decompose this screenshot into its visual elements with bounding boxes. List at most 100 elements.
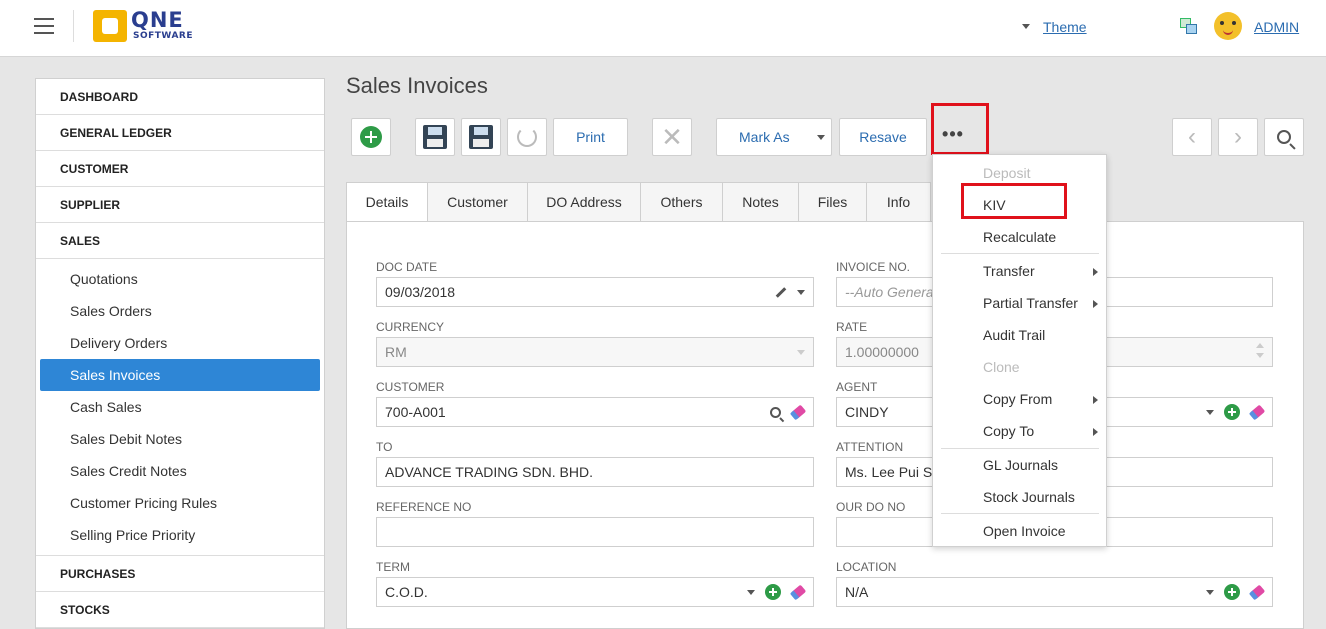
customer-label: CUSTOMER <box>376 380 445 394</box>
tab-customer[interactable]: Customer <box>428 182 528 222</box>
menu-separator <box>941 253 1099 254</box>
search-button[interactable] <box>1264 118 1304 156</box>
currency-label: CURRENCY <box>376 320 445 334</box>
sidebar-item-delivery-orders[interactable]: Delivery Orders <box>36 327 324 359</box>
chevron-down-icon[interactable] <box>1206 589 1214 595</box>
logo-mark-icon <box>93 10 127 42</box>
tab-details[interactable]: Details <box>346 182 428 222</box>
to-field[interactable]: ADVANCE TRADING SDN. BHD. <box>376 457 814 487</box>
sales-submenu: Quotations Sales Orders Delivery Orders … <box>36 259 324 556</box>
sidebar-item-sales-credit-notes[interactable]: Sales Credit Notes <box>36 455 324 487</box>
theme-link[interactable]: Theme <box>1043 19 1087 35</box>
print-button[interactable]: Print <box>553 118 628 156</box>
sidebar-group-general-ledger[interactable]: GENERAL LEDGER <box>36 115 324 151</box>
resave-button[interactable]: Resave <box>839 118 927 156</box>
chevron-left-icon: ‹ <box>1188 123 1196 150</box>
chevron-down-icon[interactable] <box>1206 409 1214 415</box>
tab-others[interactable]: Others <box>641 182 723 222</box>
menu-item-transfer-label: Transfer <box>983 263 1035 279</box>
sidebar-item-selling-price-priority[interactable]: Selling Price Priority <box>36 519 324 551</box>
reference-no-label: REFERENCE NO <box>376 500 472 514</box>
menu-item-recalculate[interactable]: Recalculate <box>933 221 1108 253</box>
currency-field: RM <box>376 337 814 367</box>
save-button[interactable] <box>415 118 455 156</box>
sidebar-group-customer[interactable]: CUSTOMER <box>36 151 324 187</box>
sidebar-group-supplier[interactable]: SUPPLIER <box>36 187 324 223</box>
eraser-icon[interactable] <box>1248 404 1266 420</box>
menu-item-copy-to[interactable]: Copy To <box>933 415 1108 447</box>
menu-item-stock-journals[interactable]: Stock Journals <box>933 481 1108 513</box>
eraser-icon[interactable] <box>789 584 807 600</box>
pencil-icon[interactable] <box>775 286 787 298</box>
switch-window-icon[interactable] <box>1180 18 1198 35</box>
customer-field[interactable]: 700-A001 <box>376 397 814 427</box>
user-link[interactable]: ADMIN <box>1254 19 1299 35</box>
doc-date-label: DOC DATE <box>376 260 438 274</box>
agent-label: AGENT <box>836 380 878 394</box>
menu-item-partial-transfer-label: Partial Transfer <box>983 295 1078 311</box>
tab-notes[interactable]: Notes <box>723 182 799 222</box>
spinner-icon <box>1256 343 1266 361</box>
invoice-no-placeholder: --Auto Genera <box>845 284 934 300</box>
sidebar-group-sales[interactable]: SALES <box>36 223 324 259</box>
sidebar-item-cash-sales[interactable]: Cash Sales <box>36 391 324 423</box>
customer-value: 700-A001 <box>385 404 446 420</box>
search-icon[interactable] <box>770 406 781 418</box>
add-button[interactable] <box>351 118 391 156</box>
reference-no-field[interactable] <box>376 517 814 547</box>
save-icon <box>423 125 447 149</box>
tab-do-address[interactable]: DO Address <box>528 182 641 222</box>
doc-date-field[interactable]: 09/03/2018 <box>376 277 814 307</box>
delete-button[interactable]: ✕ <box>652 118 692 156</box>
page-title: Sales Invoices <box>346 73 488 98</box>
tab-bar: Details Customer DO Address Others Notes… <box>346 182 931 222</box>
eraser-icon[interactable] <box>789 404 807 420</box>
term-field[interactable]: C.O.D. <box>376 577 814 607</box>
menu-item-gl-journals[interactable]: GL Journals <box>933 449 1108 481</box>
hamburger-menu-icon[interactable] <box>34 18 54 34</box>
sidebar-item-quotations[interactable]: Quotations <box>36 263 324 295</box>
menu-item-audit-trail[interactable]: Audit Trail <box>933 319 1108 351</box>
theme-caret-icon[interactable] <box>1022 24 1030 29</box>
search-icon <box>1277 130 1291 144</box>
sidebar-item-sales-orders[interactable]: Sales Orders <box>36 295 324 327</box>
menu-item-clone: Clone <box>983 359 1020 375</box>
sidebar-item-sales-debit-notes[interactable]: Sales Debit Notes <box>36 423 324 455</box>
add-icon[interactable] <box>765 584 781 600</box>
doc-date-value: 09/03/2018 <box>385 284 456 300</box>
save-new-button[interactable] <box>461 118 501 156</box>
sidebar-group-dashboard[interactable]: DASHBOARD <box>36 79 324 115</box>
currency-value: RM <box>385 344 407 360</box>
add-icon[interactable] <box>1224 584 1240 600</box>
avatar[interactable] <box>1214 12 1242 40</box>
sidebar-item-sales-invoices[interactable]: Sales Invoices <box>40 359 320 391</box>
sidebar-group-purchases[interactable]: PURCHASES <box>36 556 324 592</box>
add-icon[interactable] <box>1224 404 1240 420</box>
mark-as-label: Mark As <box>739 129 790 145</box>
to-label: TO <box>376 440 393 454</box>
next-button[interactable]: › <box>1218 118 1258 156</box>
agent-value: CINDY <box>845 404 889 420</box>
eraser-icon[interactable] <box>1248 584 1266 600</box>
tab-info[interactable]: Info <box>867 182 931 222</box>
chevron-down-icon[interactable] <box>747 589 755 595</box>
menu-separator <box>941 513 1099 514</box>
logo[interactable]: QNE SOFTWARE <box>93 10 213 42</box>
sidebar-item-customer-pricing-rules[interactable]: Customer Pricing Rules <box>36 487 324 519</box>
mark-as-dropdown[interactable]: Mark As <box>716 118 832 156</box>
menu-item-partial-transfer[interactable]: Partial Transfer <box>933 287 1108 319</box>
menu-item-copy-to-label: Copy To <box>983 423 1035 439</box>
menu-item-copy-from-label: Copy From <box>983 391 1053 407</box>
location-field[interactable]: N/A <box>836 577 1273 607</box>
sidebar-group-stocks[interactable]: STOCKS <box>36 592 324 628</box>
chevron-down-icon[interactable] <box>797 289 805 295</box>
menu-item-copy-from[interactable]: Copy From <box>933 383 1108 415</box>
highlight-more-button <box>931 103 989 155</box>
chevron-right-icon <box>1093 268 1098 276</box>
chevron-right-icon: › <box>1234 123 1242 150</box>
tab-files[interactable]: Files <box>799 182 867 222</box>
menu-item-transfer[interactable]: Transfer <box>933 255 1108 287</box>
refresh-button[interactable] <box>507 118 547 156</box>
previous-button[interactable]: ‹ <box>1172 118 1212 156</box>
menu-item-open-invoice[interactable]: Open Invoice <box>933 515 1108 547</box>
